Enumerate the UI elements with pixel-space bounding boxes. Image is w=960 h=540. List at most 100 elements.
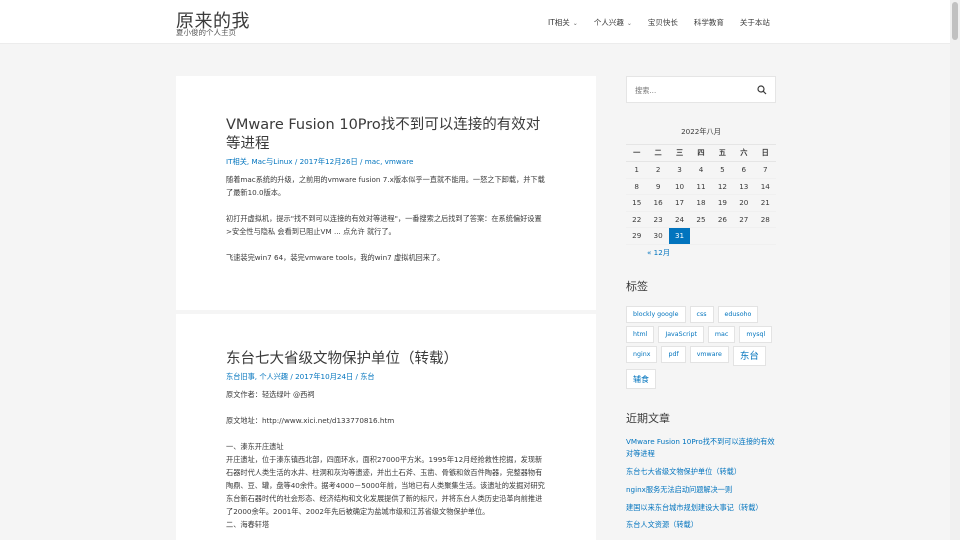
tag-link[interactable]: mac	[707, 325, 736, 343]
tag-link[interactable]: JavaScript	[658, 325, 704, 343]
calendar-day: 19	[711, 194, 734, 212]
site-header: 原来的我 夏小俊的个人主页 IT相关 ⌄ 个人兴趣 ⌄ 宝贝快长 科学教育 关于本站	[0, 0, 950, 44]
meta-separator: /	[357, 157, 365, 166]
post-excerpt: 随着mac系统的升级，之前用的vmware fusion 7.x版本似乎一直就不…	[226, 173, 546, 264]
calendar-day: 10	[668, 178, 691, 195]
weekday: 二	[647, 144, 669, 162]
search-icon[interactable]	[757, 85, 767, 95]
nav-item-label: 科学教育	[693, 18, 724, 27]
calendar-day: 1	[626, 161, 648, 179]
tag-link[interactable]: blockly google	[626, 305, 686, 323]
tag-link[interactable]: nginx	[626, 345, 658, 363]
meta-separator: /	[292, 157, 300, 166]
nav-item-about[interactable]: 关于本站	[740, 17, 770, 28]
calendar-body: 1 2 3 4 5 6 7 8 9 10 11 12 13 14 15 16 17 18 19 20 21 22 23 24 2…	[626, 161, 776, 245]
paragraph: 原文作者：轻选绿叶 @西祠	[226, 390, 315, 399]
calendar-day: 12	[711, 178, 734, 195]
tag-link[interactable]: 辅食	[626, 368, 656, 389]
nav-item-it[interactable]: IT相关 ⌄	[548, 17, 578, 28]
post-excerpt: 原文作者：轻选绿叶 @西祠 原文地址：http://www.xici.net/d…	[226, 388, 546, 531]
tag-link[interactable]: 东台	[732, 345, 766, 366]
calendar-day: 31	[668, 227, 691, 245]
main-navigation: IT相关 ⌄ 个人兴趣 ⌄ 宝贝快长 科学教育 关于本站	[548, 17, 786, 28]
paragraph: 随着mac系统的升级，之前用的vmware fusion 7.x版本似乎一直就不…	[226, 175, 545, 197]
post-title[interactable]: VMware Fusion 10Pro找不到可以连接的有效对等进程	[226, 116, 546, 154]
calendar-day: 18	[690, 194, 712, 212]
recent-post-link[interactable]: nginx服务无法启动问题解决一则	[626, 484, 776, 497]
chevron-down-icon: ⌄	[626, 20, 632, 27]
calendar-day	[711, 227, 734, 245]
tag-link[interactable]: vmware	[689, 345, 729, 363]
calendar-day: 7	[754, 161, 776, 179]
chevron-down-icon: ⌄	[572, 20, 578, 27]
post-date[interactable]: 2017年10月24日	[295, 372, 353, 381]
calendar-week-row: 15 16 17 18 19 20 21	[626, 194, 776, 212]
site-description: 夏小俊的个人主页	[176, 28, 236, 37]
tag-link[interactable]: pdf	[661, 345, 686, 363]
nav-item-label: 关于本站	[739, 18, 770, 27]
calendar-prev-link[interactable]: « 12月	[626, 248, 776, 258]
calendar-table: 一 二 三 四 五 六 日 1 2 3 4 5 6 7 8 9 10 11 12 13 14 15 16 17 1…	[626, 144, 776, 245]
paragraph: 二、海春轩塔	[226, 520, 270, 529]
post-categories[interactable]: 东台旧事, 个人兴趣	[226, 372, 288, 381]
calendar-day: 20	[733, 194, 755, 212]
calendar-day: 9	[647, 178, 669, 195]
post-categories[interactable]: IT相关, Mac与Linux	[226, 157, 293, 166]
nav-item-baby[interactable]: 宝贝快长	[648, 17, 678, 28]
tag-link[interactable]: html	[626, 325, 655, 343]
search-input[interactable]	[635, 86, 745, 95]
calendar-day: 25	[690, 211, 712, 228]
recent-post-link[interactable]: 东台人文资源（转载）	[626, 519, 776, 532]
calendar-day: 21	[754, 194, 776, 212]
tag-link[interactable]: css	[689, 305, 714, 323]
post-tags[interactable]: mac, vmware	[365, 157, 414, 166]
post-meta: 东台旧事, 个人兴趣 / 2017年10月24日 / 东台	[226, 371, 546, 382]
recent-post-link[interactable]: VMware Fusion 10Pro找不到可以连接的有效对等进程	[626, 436, 776, 462]
calendar-day: 11	[690, 178, 712, 195]
calendar-day: 23	[647, 211, 669, 228]
calendar-day: 13	[733, 178, 755, 195]
recent-post-link[interactable]: 东台七大省级文物保护单位（转载）	[626, 466, 776, 479]
post-title[interactable]: 东台七大省级文物保护单位（转载）	[226, 350, 546, 369]
calendar-day: 4	[690, 161, 712, 179]
weekday: 日	[754, 144, 776, 162]
weekday: 六	[733, 144, 755, 162]
post-card: 东台七大省级文物保护单位（转载） 东台旧事, 个人兴趣 / 2017年10月24…	[176, 314, 596, 540]
paragraph: 原文地址：http://www.xici.net/d133770816.htm	[226, 416, 395, 425]
calendar-day: 30	[647, 227, 669, 245]
nav-item-label: IT相关	[548, 18, 570, 27]
nav-item-science[interactable]: 科学教育	[694, 17, 724, 28]
sidebar: 2022年八月 一 二 三 四 五 六 日 123456789101112131…	[626, 76, 776, 537]
calendar-day	[733, 227, 755, 245]
calendar-day: 15	[626, 194, 648, 212]
tag-link[interactable]: edusoho	[717, 305, 759, 323]
tags-widget-title: 标签	[626, 279, 648, 293]
post-tags[interactable]: 东台	[360, 372, 374, 381]
nav-item-interests[interactable]: 个人兴趣 ⌄	[594, 17, 632, 28]
calendar-day: 27	[733, 211, 755, 228]
calendar-day: 22	[626, 211, 648, 228]
post-date[interactable]: 2017年12月26日	[300, 157, 358, 166]
calendar-day: 8	[626, 178, 648, 195]
calendar-day: 16	[647, 194, 669, 212]
tag-link[interactable]: mysql	[739, 325, 773, 343]
calendar-day: 17	[668, 194, 691, 212]
paragraph: 飞速装完win7 64，装完vmware tools，我的win7 虚拟机回来了…	[226, 253, 445, 262]
paragraph: 初打开虚拟机，提示"找不到可以连接的有效对等进程"，一番搜索之后找到了答案：在系…	[226, 214, 542, 236]
nav-item-label: 个人兴趣	[593, 18, 624, 27]
main-content: VMware Fusion 10Pro找不到可以连接的有效对等进程 IT相关, …	[176, 76, 596, 540]
calendar-day: 3	[668, 161, 691, 179]
recent-posts-list: VMware Fusion 10Pro找不到可以连接的有效对等进程东台七大省级文…	[626, 436, 776, 533]
recent-post-link[interactable]: 建国以来东台城市规划建设大事记（转载）	[626, 502, 776, 515]
scrollbar-thumb[interactable]	[952, 2, 958, 40]
tag-cloud: blockly google css edusoho html JavaScript ma…	[626, 305, 778, 392]
calendar-day: 6	[733, 161, 755, 179]
scrollbar[interactable]	[950, 0, 960, 540]
calendar-day: 28	[754, 211, 776, 228]
calendar-day: 2	[647, 161, 669, 179]
calendar-widget: 2022年八月 一 二 三 四 五 六 日 1 2 3 4 5 6 7 8 9 10 11 12 13 1…	[626, 127, 776, 258]
calendar-caption: 2022年八月	[681, 127, 721, 136]
calendar-day: 24	[668, 211, 691, 228]
nav-item-label: 宝贝快长	[647, 18, 678, 27]
search-form	[626, 76, 776, 103]
